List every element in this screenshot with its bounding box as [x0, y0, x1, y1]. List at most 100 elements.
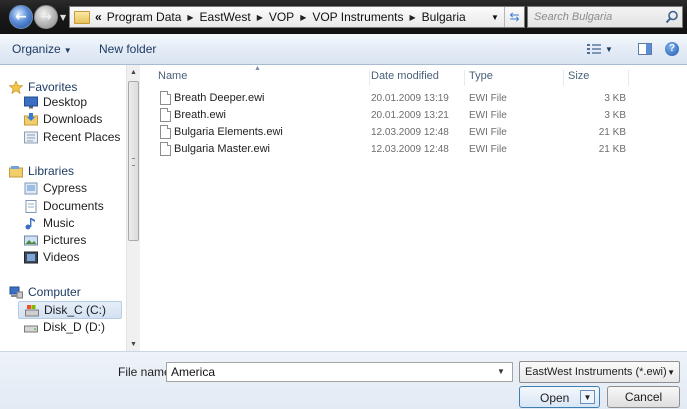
file-name-dropdown-icon[interactable]: ▼ [497, 367, 505, 376]
file-icon [160, 142, 171, 156]
libraries-icon [9, 165, 23, 178]
breadcrumb-overflow[interactable]: « [95, 10, 102, 24]
chevron-down-icon: ▼ [605, 45, 613, 54]
chevron-down-icon: ▼ [667, 368, 675, 377]
column-header-type[interactable]: Type [469, 70, 564, 86]
nav-disk-c[interactable]: Disk_C (C:) [18, 301, 122, 319]
folder-icon [74, 10, 90, 24]
change-view-button[interactable]: ▼ [587, 43, 615, 56]
help-icon[interactable]: ? [665, 42, 679, 56]
computer-icon [9, 286, 23, 299]
recent-places-icon [24, 131, 38, 144]
nav-disk-d[interactable]: Disk_D (D:) [24, 318, 128, 336]
file-type: EWI File [469, 144, 507, 155]
nav-videos[interactable]: Videos [24, 248, 128, 266]
nav-desktop[interactable]: Desktop [24, 93, 128, 111]
nav-computer[interactable]: Computer [9, 283, 113, 301]
column-headers: ▲ Name Date modified Type Size [141, 65, 687, 89]
breadcrumb-vop[interactable]: VOP [267, 10, 296, 24]
nav-downloads-label: Downloads [43, 112, 103, 126]
breadcrumb-separator-icon[interactable]: ▶ [296, 13, 310, 22]
pictures-icon [24, 234, 38, 247]
file-type: EWI File [469, 127, 507, 138]
nav-videos-label: Videos [43, 250, 80, 264]
breadcrumb-separator-icon[interactable]: ▶ [406, 13, 420, 22]
new-folder-button[interactable]: New folder [99, 42, 156, 56]
breadcrumb-separator-icon[interactable]: ▶ [253, 13, 267, 22]
open-button[interactable]: Open ▼ [519, 386, 600, 408]
file-row[interactable]: Bulgaria Elements.ewi 12.03.2009 12:48 E… [141, 124, 687, 141]
open-options-dropdown[interactable]: ▼ [580, 390, 595, 404]
breadcrumb-program-data[interactable]: Program Data [105, 10, 184, 24]
column-header-name[interactable]: Name [158, 70, 370, 86]
file-row[interactable]: Breath Deeper.ewi 20.01.2009 13:19 EWI F… [141, 90, 687, 107]
recent-pages-dropdown-icon[interactable]: ▼ [60, 13, 66, 22]
preview-pane-button[interactable] [638, 43, 652, 55]
file-row[interactable]: Breath.ewi 20.01.2009 13:21 EWI File 3 K… [141, 107, 687, 124]
chevron-down-icon: ▼ [63, 46, 72, 55]
file-type: EWI File [469, 110, 507, 121]
file-date: 20.01.2009 13:21 [371, 110, 449, 121]
column-header-size[interactable]: Size [568, 70, 629, 86]
nav-scrollbar[interactable]: ▲ ▼ [126, 65, 140, 351]
file-name-input[interactable] [166, 362, 513, 382]
forward-button[interactable]: → [34, 5, 58, 29]
refresh-icon: ⇆ [509, 10, 520, 24]
drive-d-icon [24, 321, 38, 334]
refresh-button[interactable]: ⇆ [504, 7, 524, 27]
command-toolbar: Organize ▼ New folder ▼ ? [0, 34, 687, 65]
documents-icon [24, 199, 38, 213]
nav-documents[interactable]: Documents [24, 197, 128, 215]
search-input[interactable]: Search Bulgaria [527, 6, 683, 28]
nav-desktop-label: Desktop [43, 95, 88, 109]
cancel-button[interactable]: Cancel [607, 386, 680, 408]
file-date: 12.03.2009 12:48 [371, 127, 449, 138]
address-dropdown-icon[interactable]: ▼ [488, 7, 502, 27]
address-bar[interactable]: « Program Data ▶ EastWest ▶ VOP ▶ VOP In… [69, 6, 525, 28]
breadcrumb-bulgaria[interactable]: Bulgaria [420, 10, 468, 24]
column-header-date[interactable]: Date modified [371, 70, 465, 86]
desktop-icon [24, 96, 38, 109]
search-icon[interactable] [664, 9, 680, 25]
dialog-footer: File name: ▼ EastWest Instruments (*.ewi… [0, 351, 687, 409]
file-type-select[interactable]: EastWest Instruments (*.ewi) ▼ [519, 361, 680, 383]
breadcrumb-eastwest[interactable]: EastWest [198, 10, 253, 24]
file-row[interactable]: Bulgaria Master.ewi 12.03.2009 12:48 EWI… [141, 141, 687, 158]
file-type-value: EastWest Instruments (*.ewi) [525, 366, 667, 378]
nav-music[interactable]: Music [24, 214, 128, 232]
organize-label: Organize [12, 42, 61, 56]
scroll-up-icon[interactable]: ▲ [127, 65, 140, 79]
nav-documents-label: Documents [43, 199, 104, 213]
open-button-label: Open [540, 391, 570, 405]
nav-music-label: Music [43, 216, 75, 230]
nav-libraries[interactable]: Libraries [9, 162, 113, 180]
scroll-down-icon[interactable]: ▼ [127, 337, 140, 351]
nav-disk-d-label: Disk_D (D:) [43, 320, 105, 334]
address-bar-area: ← → ▼ « Program Data ▶ EastWest ▶ VOP ▶ … [0, 0, 687, 34]
downloads-icon [24, 112, 38, 126]
breadcrumb-vop-instruments[interactable]: VOP Instruments [310, 10, 405, 24]
file-name: Bulgaria Elements.ewi [174, 126, 283, 138]
file-name: Breath.ewi [174, 109, 226, 121]
file-icon [160, 125, 171, 139]
file-size: 3 KB [604, 110, 626, 121]
view-options-icon [587, 44, 601, 54]
nav-downloads[interactable]: Downloads [24, 110, 128, 128]
search-placeholder: Search Bulgaria [534, 11, 613, 23]
navigation-pane: Favorites Desktop Downloads Recent Place… [0, 65, 140, 351]
nav-libraries-label: Libraries [28, 164, 75, 178]
file-icon [160, 91, 171, 105]
breadcrumb-separator-icon[interactable]: ▶ [183, 13, 197, 22]
music-icon [24, 217, 38, 230]
organize-button[interactable]: Organize ▼ [12, 42, 72, 56]
nav-pictures-label: Pictures [43, 233, 87, 247]
file-date: 20.01.2009 13:19 [371, 93, 449, 104]
file-size: 3 KB [604, 93, 626, 104]
back-button[interactable]: ← [9, 5, 33, 29]
back-arrow-icon: ← [15, 9, 27, 25]
nav-recent-places[interactable]: Recent Places [24, 128, 128, 146]
nav-scrollbar-thumb[interactable] [128, 81, 139, 241]
nav-pictures[interactable]: Pictures [24, 231, 128, 249]
nav-cypress[interactable]: Cypress [24, 179, 128, 197]
nav-disk-c-label: Disk_C (C:) [44, 303, 106, 317]
